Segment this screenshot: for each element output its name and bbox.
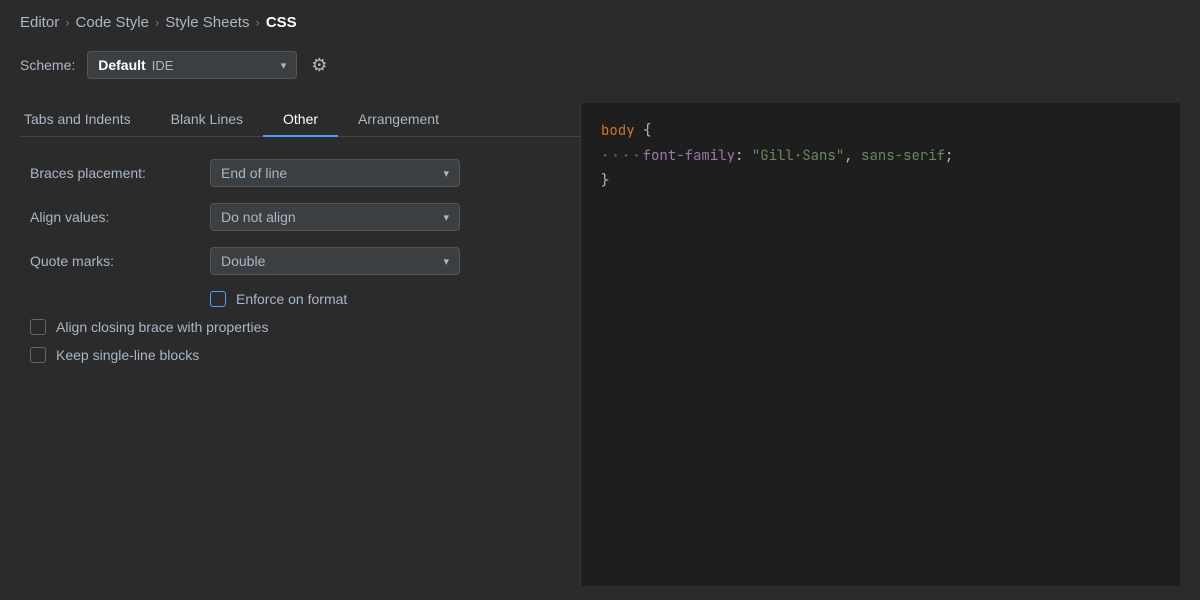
align-values-value: Do not align xyxy=(221,209,296,225)
quote-marks-select[interactable]: Double ▾ xyxy=(210,247,460,275)
breadcrumb-code-style[interactable]: Code Style xyxy=(76,14,149,31)
breadcrumb: Editor › Code Style › Style Sheets › CSS xyxy=(20,14,1180,31)
left-panel: Tabs and Indents Blank Lines Other Arran… xyxy=(20,103,580,586)
braces-placement-label: Braces placement: xyxy=(30,165,210,181)
scheme-dropdown-arrow-icon: ▾ xyxy=(281,59,287,72)
scheme-bold-text: Default xyxy=(98,57,145,73)
code-property-font-family: font-family xyxy=(643,144,735,169)
align-values-row: Align values: Do not align ▾ xyxy=(30,203,580,231)
code-brace-open: { xyxy=(635,119,652,144)
code-keyword-body: body xyxy=(601,119,635,144)
align-closing-brace-checkbox[interactable] xyxy=(30,319,46,335)
scheme-row: Scheme: Default IDE ▾ ⚙ xyxy=(20,51,1180,79)
braces-placement-arrow-icon: ▾ xyxy=(443,167,449,180)
quote-marks-row: Quote marks: Double ▾ xyxy=(30,247,580,275)
align-values-select[interactable]: Do not align ▾ xyxy=(210,203,460,231)
tab-arrangement[interactable]: Arrangement xyxy=(338,103,459,137)
braces-placement-row: Braces placement: End of line ▾ xyxy=(30,159,580,187)
align-values-label: Align values: xyxy=(30,209,210,225)
align-values-arrow-icon: ▾ xyxy=(443,211,449,224)
code-line-2: ····font-family: "Gill·Sans", sans-serif… xyxy=(601,144,1160,169)
code-line-3: } xyxy=(601,169,1160,194)
code-comma-1: , xyxy=(844,144,852,169)
tabs: Tabs and Indents Blank Lines Other Arran… xyxy=(20,103,580,137)
tab-blank-lines[interactable]: Blank Lines xyxy=(151,103,263,137)
enforce-on-format-row: Enforce on format xyxy=(30,291,580,307)
scheme-select-text: Default IDE xyxy=(98,57,173,73)
code-string-sans-serif: sans-serif xyxy=(853,144,945,169)
code-semicolon: ; xyxy=(945,144,953,169)
braces-placement-value: End of line xyxy=(221,165,287,181)
enforce-on-format-label: Enforce on format xyxy=(236,291,347,307)
main-content: Tabs and Indents Blank Lines Other Arran… xyxy=(20,103,1180,586)
breadcrumb-sep-2: › xyxy=(155,15,159,30)
quote-marks-value: Double xyxy=(221,253,265,269)
breadcrumb-editor[interactable]: Editor xyxy=(20,14,59,31)
code-line-1: body { xyxy=(601,119,1160,144)
scheme-label: Scheme: xyxy=(20,57,75,73)
code-colon: : xyxy=(735,144,743,169)
align-closing-brace-row: Align closing brace with properties xyxy=(30,319,580,335)
breadcrumb-css[interactable]: CSS xyxy=(266,14,297,31)
braces-placement-select[interactable]: End of line ▾ xyxy=(210,159,460,187)
code-preview-panel: body { ····font-family: "Gill·Sans", san… xyxy=(580,103,1180,586)
scheme-sub-text: IDE xyxy=(152,58,174,73)
quote-marks-arrow-icon: ▾ xyxy=(443,255,449,268)
scheme-select[interactable]: Default IDE ▾ xyxy=(87,51,297,79)
settings-area: Braces placement: End of line ▾ Align va… xyxy=(20,159,580,375)
breadcrumb-sep-1: › xyxy=(65,15,69,30)
keep-single-line-label: Keep single-line blocks xyxy=(56,347,199,363)
code-indent-dots: ···· xyxy=(601,144,643,169)
keep-single-line-row: Keep single-line blocks xyxy=(30,347,580,363)
breadcrumb-style-sheets[interactable]: Style Sheets xyxy=(165,14,249,31)
breadcrumb-sep-3: › xyxy=(255,15,259,30)
tab-tabs-and-indents[interactable]: Tabs and Indents xyxy=(20,103,151,137)
enforce-on-format-checkbox[interactable] xyxy=(210,291,226,307)
tab-other[interactable]: Other xyxy=(263,103,338,137)
code-string-gill-sans: "Gill·Sans" xyxy=(743,144,844,169)
gear-icon[interactable]: ⚙ xyxy=(309,53,329,78)
quote-marks-label: Quote marks: xyxy=(30,253,210,269)
keep-single-line-checkbox[interactable] xyxy=(30,347,46,363)
align-closing-brace-label: Align closing brace with properties xyxy=(56,319,268,335)
code-brace-close: } xyxy=(601,169,609,194)
